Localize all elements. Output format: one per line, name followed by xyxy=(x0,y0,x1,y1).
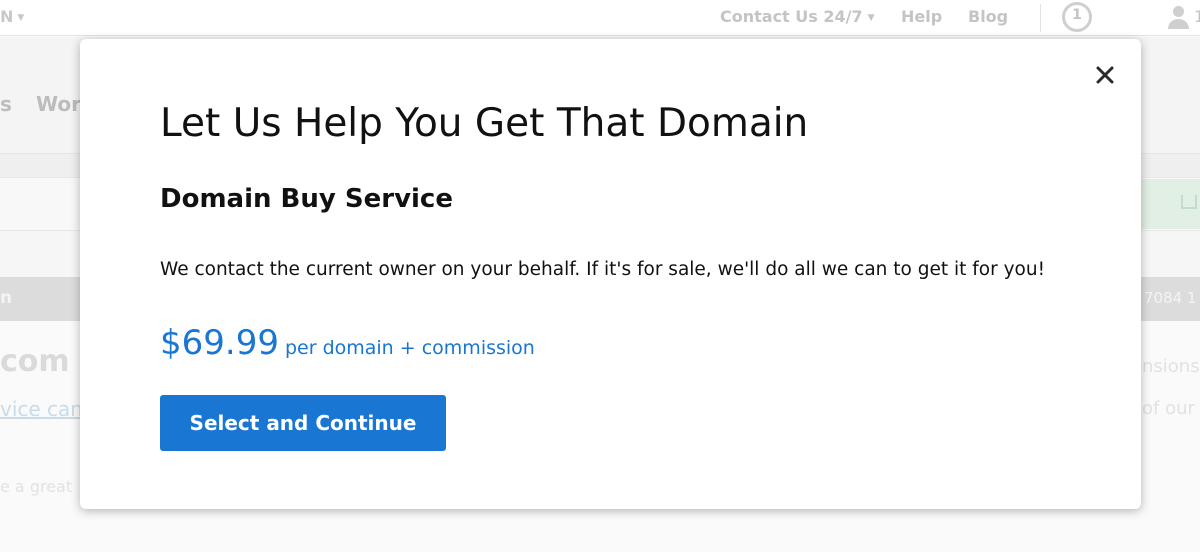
cart-count: 1 xyxy=(1072,7,1082,23)
top-bar-left-menu[interactable]: N ▼ xyxy=(0,7,24,26)
side-text-top: nsions xyxy=(1142,356,1200,377)
user-label-fragment: 1 xyxy=(1194,7,1200,26)
close-button[interactable] xyxy=(1091,61,1119,89)
help-link[interactable]: Help xyxy=(901,7,942,26)
result-bar-left: n xyxy=(0,288,13,308)
blog-link[interactable]: Blog xyxy=(968,7,1008,26)
user-icon xyxy=(1173,6,1184,17)
close-icon xyxy=(1096,66,1114,84)
service-link[interactable]: vice can xyxy=(0,397,83,421)
chevron-down-icon: ▼ xyxy=(17,12,25,23)
cart-button[interactable]: 1 xyxy=(1062,2,1096,34)
chevron-down-icon: ▼ xyxy=(867,12,875,23)
modal-description: We contact the current owner on your beh… xyxy=(160,259,1045,280)
result-tagline: e a great xyxy=(0,477,73,496)
contact-us-menu[interactable]: Contact Us 24/7 ▼ xyxy=(720,7,875,26)
nav-item-fragment[interactable]: s xyxy=(0,92,12,116)
user-icon-body xyxy=(1168,19,1189,29)
price-row: $69.99 per domain + commission xyxy=(160,323,535,363)
add-to-cart-button[interactable] xyxy=(1141,179,1200,229)
result-bar-right: 7084 1 xyxy=(1144,289,1197,307)
nav-item-wordpress[interactable]: Wor xyxy=(36,92,81,116)
price-amount: $69.99 xyxy=(160,323,279,363)
modal-subtitle: Domain Buy Service xyxy=(160,184,453,214)
contact-us-label: Contact Us 24/7 xyxy=(720,7,863,26)
result-headline: com i xyxy=(0,344,91,379)
top-bar: N ▼ Contact Us 24/7 ▼ Help Blog 1 1 xyxy=(0,0,1200,36)
top-bar-divider xyxy=(1040,4,1041,32)
top-bar-left-label: N xyxy=(0,7,14,26)
modal-title: Let Us Help You Get That Domain xyxy=(160,101,809,146)
cart-icon xyxy=(1181,195,1197,209)
price-suffix: per domain + commission xyxy=(284,337,535,359)
select-and-continue-button[interactable]: Select and Continue xyxy=(160,395,446,451)
side-text-bottom: of our xyxy=(1142,398,1195,419)
domain-buy-modal: Let Us Help You Get That Domain Domain B… xyxy=(80,39,1141,509)
user-button[interactable] xyxy=(1165,4,1191,30)
